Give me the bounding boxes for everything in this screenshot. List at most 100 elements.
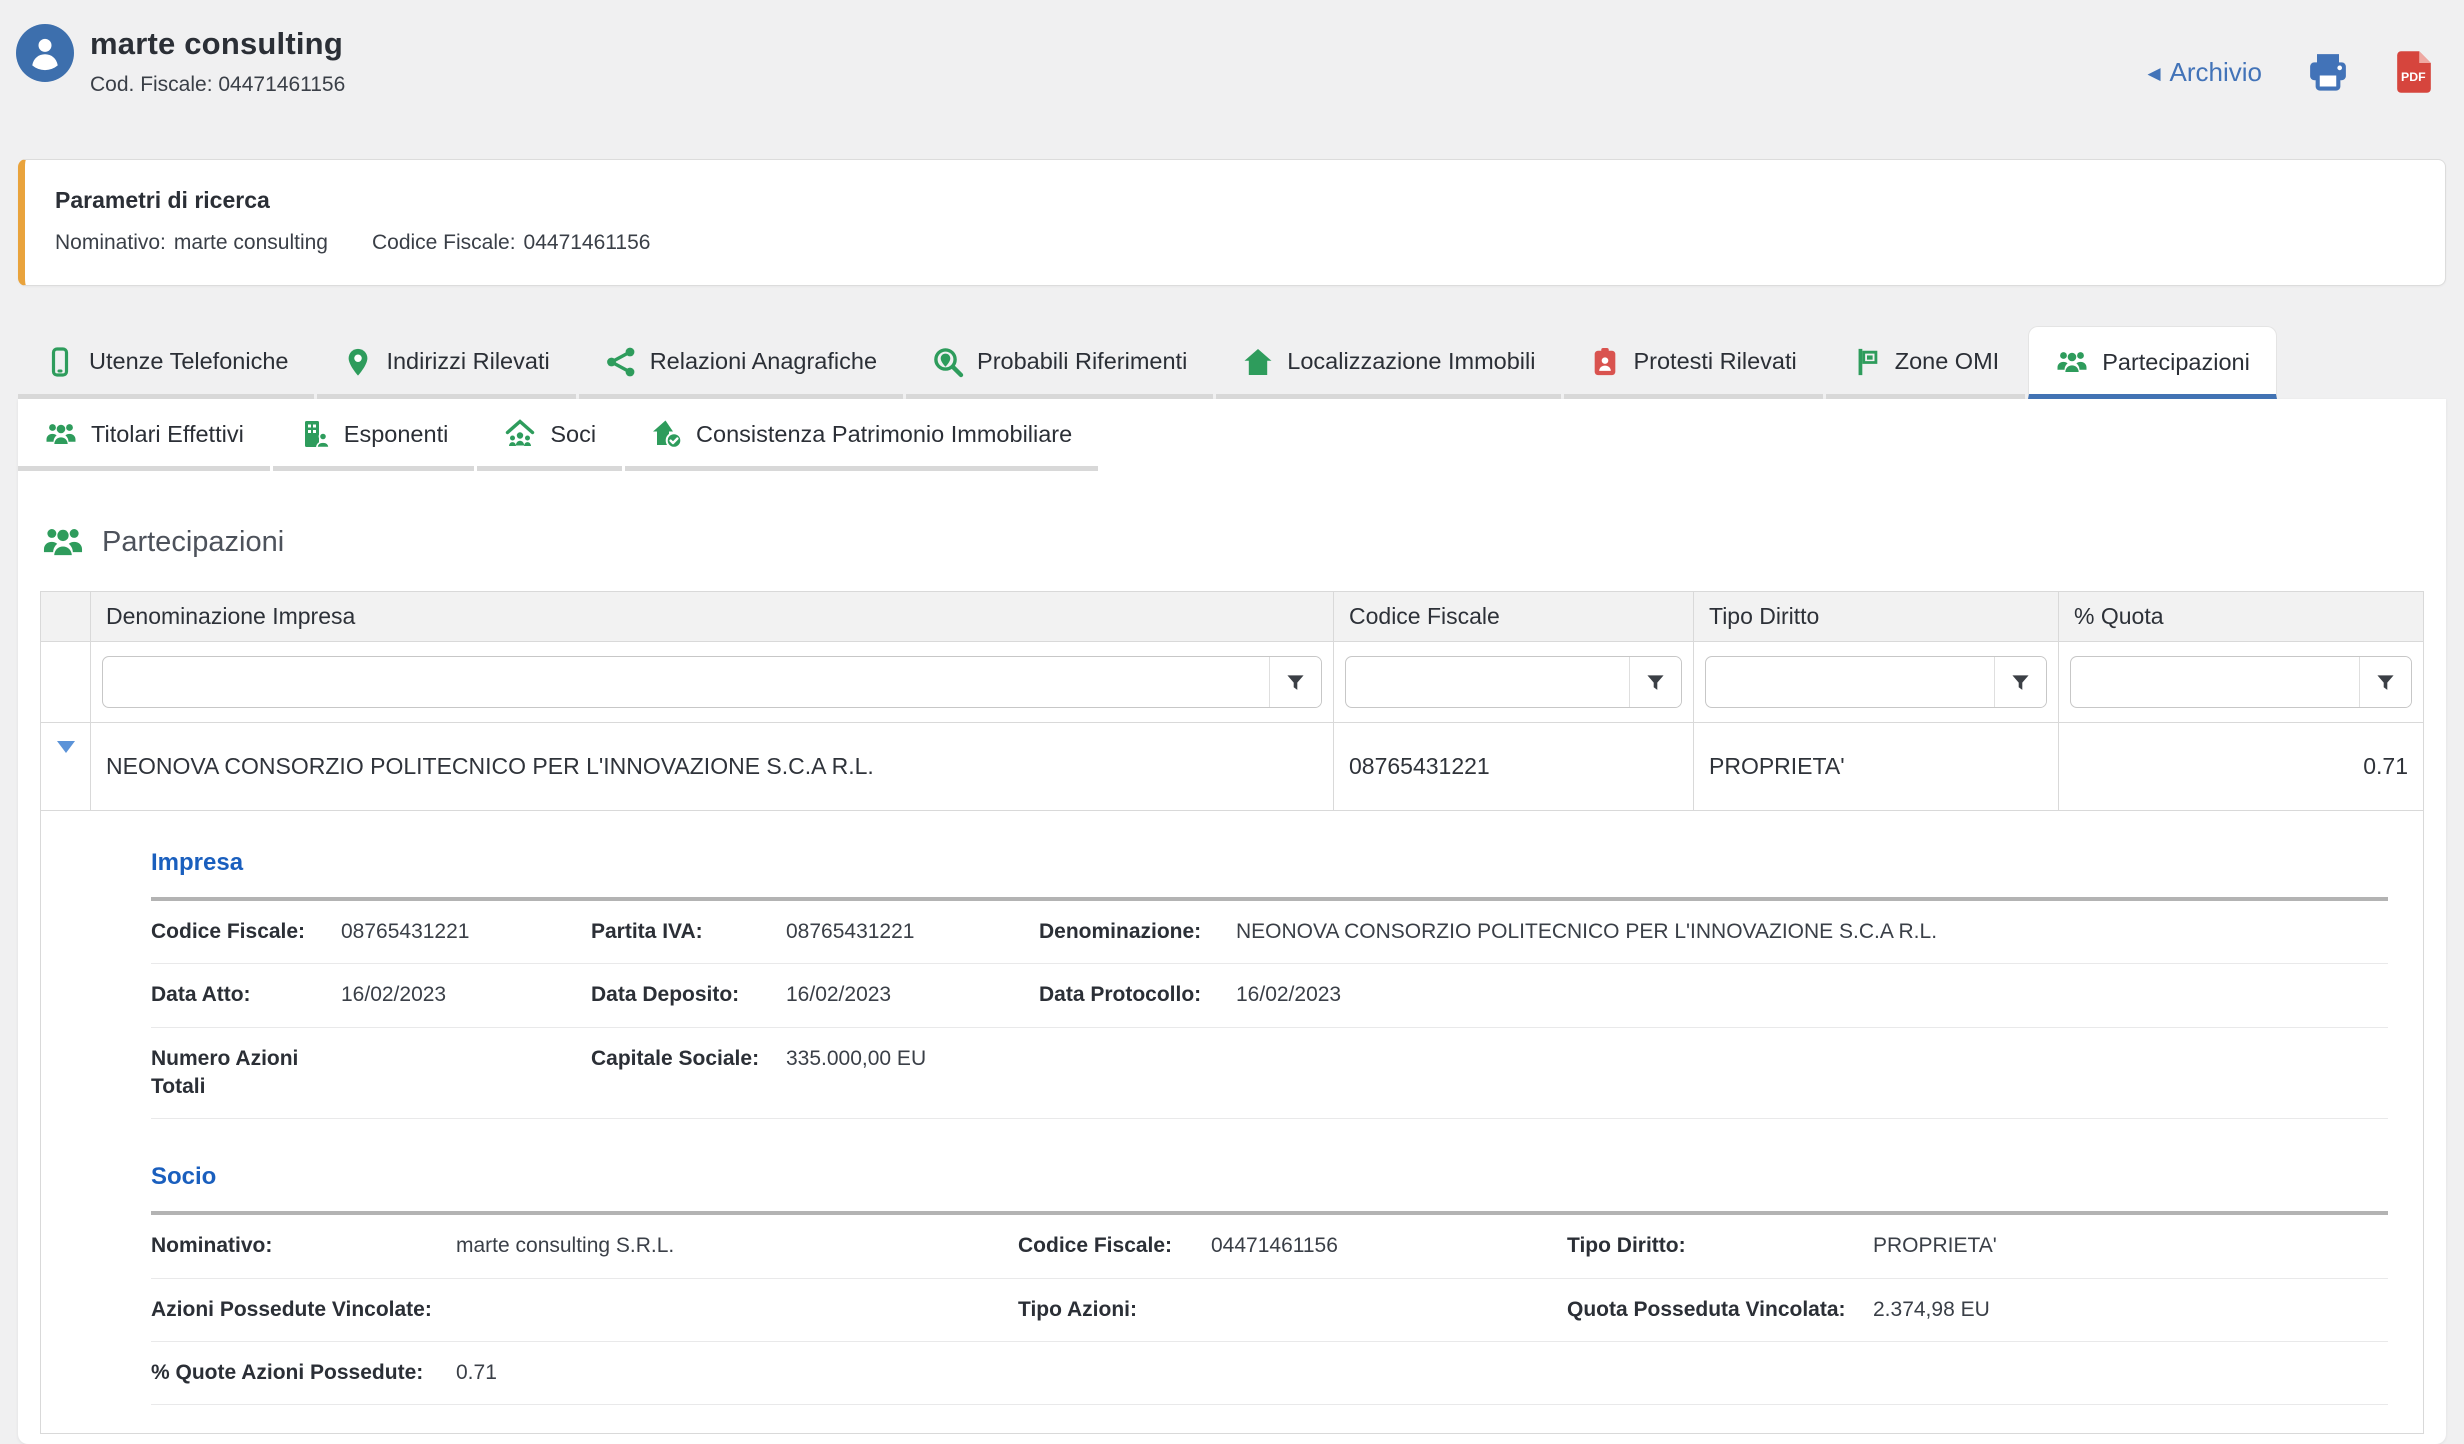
tab-titolari-effettivi[interactable]: Titolari Effettivi: [18, 399, 270, 471]
search-params-title: Parametri di ricerca: [55, 187, 2415, 214]
tab-indirizzi-rilevati[interactable]: Indirizzi Rilevati: [317, 326, 575, 399]
filter-denominazione: [102, 656, 1322, 708]
detail-value: marte consulting S.R.L.: [456, 1232, 1018, 1260]
col-denominazione: Denominazione Impresa: [91, 592, 1334, 642]
filter-button[interactable]: [1629, 657, 1681, 707]
export-pdf-button[interactable]: PDF: [2394, 50, 2434, 94]
detail-value: 2.374,98 EU: [1873, 1296, 2388, 1324]
tab-utenze-telefoniche[interactable]: Utenze Telefoniche: [18, 326, 314, 399]
detail-row: Codice Fiscale: 08765431221 Partita IVA:…: [151, 901, 2388, 964]
search-params-values: Nominativo: marte consulting Codice Fisc…: [55, 231, 2415, 255]
tab-protesti-rilevati[interactable]: Protesti Rilevati: [1564, 326, 1822, 399]
map-pin-icon: [343, 346, 373, 378]
filter-input-tipo-diritto[interactable]: [1706, 657, 1994, 707]
filter-button[interactable]: [2359, 657, 2411, 707]
table-header-row: Denominazione Impresa Codice Fiscale Tip…: [41, 592, 2424, 642]
tab-esponenti[interactable]: Esponenti: [273, 399, 475, 471]
expanded-detail-row: Impresa Codice Fiscale: 08765431221 Part…: [41, 811, 2424, 1434]
tab-label: Titolari Effettivi: [91, 421, 244, 448]
tab-label: Protesti Rilevati: [1633, 348, 1796, 375]
cell-codice-fiscale: 08765431221: [1334, 723, 1694, 811]
page-header: marte consulting Cod. Fiscale: 044714611…: [0, 0, 2464, 97]
filter-quota: [2070, 656, 2412, 708]
tab-localizzazione-immobili[interactable]: Localizzazione Immobili: [1216, 326, 1561, 399]
company-avatar: [16, 24, 74, 82]
filter-input-quota[interactable]: [2071, 657, 2359, 707]
search-location-icon: [932, 346, 964, 378]
tab-relazioni-anagrafiche[interactable]: Relazioni Anagrafiche: [579, 326, 903, 399]
detail-label: Tipo Azioni:: [1018, 1296, 1211, 1324]
filter-row: [41, 642, 2424, 723]
tab-label: Soci: [550, 421, 596, 448]
cell-denominazione: NEONOVA CONSORZIO POLITECNICO PER L'INNO…: [91, 723, 1334, 811]
detail-label: Capitale Sociale:: [591, 1045, 786, 1073]
house-icon: [1242, 346, 1274, 378]
tab-partecipazioni[interactable]: Partecipazioni: [2028, 326, 2277, 399]
col-tipo-diritto: Tipo Diritto: [1694, 592, 2059, 642]
detail-value: 16/02/2023: [1236, 981, 2388, 1009]
detail-label: Data Protocollo:: [1039, 981, 1236, 1009]
detail-label: Numero Azioni Totali: [151, 1045, 341, 1102]
house-check-icon: [651, 418, 683, 450]
main-card: Titolari Effettivi Esponenti Soci Consis…: [18, 399, 2446, 1444]
detail-label: Codice Fiscale:: [151, 918, 341, 946]
tab-label: Esponenti: [344, 421, 449, 448]
printer-icon: [2306, 50, 2350, 94]
print-button[interactable]: [2306, 50, 2350, 94]
detail-label: Data Deposito:: [591, 981, 786, 1009]
filter-button[interactable]: [1994, 657, 2046, 707]
phone-icon: [44, 346, 76, 378]
nominativo-label: Nominativo:: [55, 231, 166, 255]
detail-label: Nominativo:: [151, 1232, 456, 1260]
detail-value: 08765431221: [786, 918, 1039, 946]
id-badge-icon: [1590, 346, 1620, 378]
filter-codice-fiscale: [1345, 656, 1682, 708]
header-actions: ◀ Archivio PDF: [2147, 50, 2434, 94]
cell-tipo-diritto: PROPRIETA': [1694, 723, 2059, 811]
table-row: NEONOVA CONSORZIO POLITECNICO PER L'INNO…: [41, 723, 2424, 811]
socio-detail-table: Nominativo: marte consulting S.R.L. Codi…: [151, 1211, 2388, 1405]
pdf-file-icon: PDF: [2394, 50, 2434, 94]
tab-zone-omi[interactable]: Zone OMI: [1826, 326, 2025, 399]
detail-label: % Quote Azioni Possedute:: [151, 1359, 456, 1387]
tab-content: Partecipazioni Denominazione Impresa Cod…: [18, 471, 2446, 1434]
share-nodes-icon: [605, 346, 637, 378]
detail-value: 0.71: [456, 1359, 1018, 1387]
participations-table: Denominazione Impresa Codice Fiscale Tip…: [40, 591, 2424, 1434]
impresa-section-title: Impresa: [151, 849, 2388, 877]
section-title: Partecipazioni: [102, 526, 284, 559]
search-params-card: Parametri di ricerca Nominativo: marte c…: [18, 159, 2446, 286]
detail-label: Quota Posseduta Vincolata:: [1567, 1296, 1873, 1324]
tab-label: Relazioni Anagrafiche: [650, 348, 877, 375]
expand-cell: [41, 723, 91, 811]
filter-button[interactable]: [1269, 657, 1321, 707]
filter-tipo-diritto: [1705, 656, 2047, 708]
company-name: marte consulting: [90, 26, 345, 62]
filter-input-codice-fiscale[interactable]: [1346, 657, 1629, 707]
tab-soci[interactable]: Soci: [477, 399, 622, 471]
header-titles: marte consulting Cod. Fiscale: 044714611…: [90, 14, 345, 97]
collapse-row-caret-icon[interactable]: [57, 741, 75, 779]
detail-label: Azioni Possedute Vincolate:: [151, 1296, 456, 1324]
archive-link[interactable]: ◀ Archivio: [2147, 57, 2262, 88]
filter-input-denominazione[interactable]: [103, 657, 1269, 707]
section-header: Partecipazioni: [40, 471, 2424, 563]
impresa-detail-table: Codice Fiscale: 08765431221 Partita IVA:…: [151, 897, 2388, 1119]
building-user-icon: [299, 418, 331, 450]
tab-bar-primary: Utenze Telefoniche Indirizzi Rilevati Re…: [18, 326, 2446, 399]
tab-label: Utenze Telefoniche: [89, 348, 288, 375]
svg-text:PDF: PDF: [2401, 70, 2426, 84]
detail-value: 08765431221: [341, 918, 591, 946]
people-group-icon: [44, 418, 78, 450]
expand-column-header: [41, 592, 91, 642]
tab-label: Consistenza Patrimonio Immobiliare: [696, 421, 1072, 448]
tab-probabili-riferimenti[interactable]: Probabili Riferimenti: [906, 326, 1213, 399]
detail-value: NEONOVA CONSORZIO POLITECNICO PER L'INNO…: [1236, 918, 2388, 946]
detail-row: Nominativo: marte consulting S.R.L. Codi…: [151, 1215, 2388, 1278]
detail-label: Denominazione:: [1039, 918, 1236, 946]
funnel-icon: [1286, 674, 1305, 691]
detail-row: Data Atto: 16/02/2023 Data Deposito: 16/…: [151, 964, 2388, 1027]
tab-consistenza-patrimonio[interactable]: Consistenza Patrimonio Immobiliare: [625, 399, 1098, 471]
detail-value: PROPRIETA': [1873, 1232, 2388, 1260]
funnel-icon: [2376, 674, 2395, 691]
